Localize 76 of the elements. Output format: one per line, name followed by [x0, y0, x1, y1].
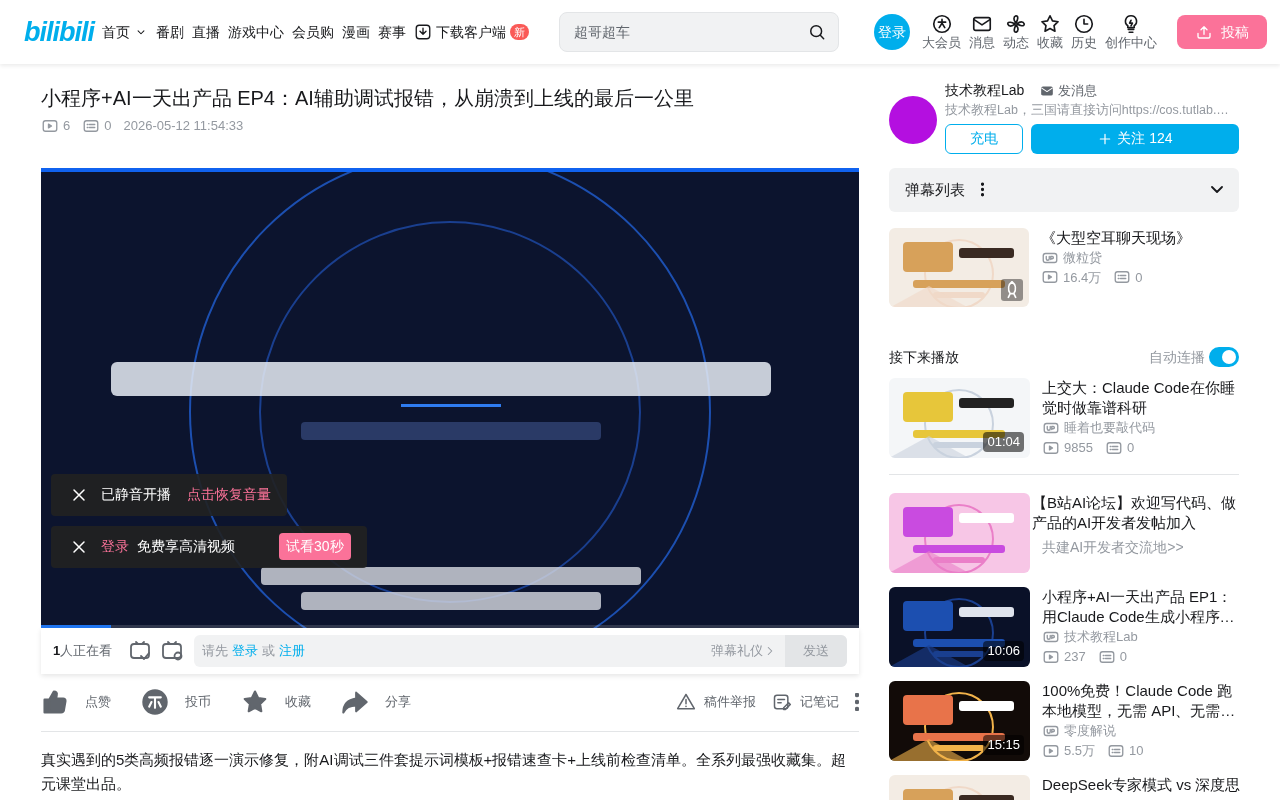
header-vip-link[interactable]: 大会员: [922, 13, 961, 51]
video-title[interactable]: 《大型空耳聊天现场》: [1041, 227, 1191, 248]
video-title[interactable]: 小程序+AI一天出产品 EP1：用Claude Code生成小程序…: [1042, 586, 1239, 628]
nav-link[interactable]: 番剧: [156, 21, 184, 43]
video-title: 小程序+AI一天出产品 EP4：AI辅助调试报错，从崩溃到上线的最后一公里: [41, 86, 695, 110]
download-icon: [414, 23, 432, 41]
video-duration: 10:06: [983, 641, 1024, 661]
uploader-avatar[interactable]: [889, 96, 937, 144]
video-description: 真实遇到的5类高频报错逐一演示修复，附AI调试三件套提示词模板+报错速查卡+上线前检查清单。全系列最强收藏集。超元课堂出品。: [41, 749, 848, 795]
nav-link[interactable]: 直播: [192, 21, 220, 43]
report-icon: [676, 692, 696, 712]
search-field[interactable]: 超哥超车: [559, 12, 839, 52]
promo-title[interactable]: 【B站AI论坛】欢迎写代码、做产品的AI开发者发帖加入: [1032, 492, 1239, 534]
header-mail-link[interactable]: 消息: [969, 13, 995, 51]
header-star-link[interactable]: 收藏: [1037, 13, 1063, 51]
like-button[interactable]: 点赞: [41, 688, 141, 716]
nav-link[interactable]: 游戏中心: [228, 21, 284, 43]
play-count: 6: [63, 117, 71, 135]
search-icon[interactable]: [807, 22, 827, 42]
notice-text: 免费享高清视频: [137, 537, 235, 556]
danmaku-count: 0: [1135, 268, 1143, 287]
header-clock-link[interactable]: 历史: [1071, 13, 1097, 51]
video-duration: 01:04: [983, 432, 1024, 452]
more-icon: [981, 182, 984, 198]
video-title[interactable]: DeepSeek专家模式 vs 深度思: [1042, 774, 1239, 795]
header-bulb-link[interactable]: 创作中心: [1105, 13, 1157, 51]
danmaku-count: 0: [1119, 647, 1127, 666]
input-hint: 请先: [202, 641, 229, 660]
vip-icon: [930, 13, 953, 36]
coin-button[interactable]: 投币: [141, 688, 241, 716]
danmaku-count: 0: [1126, 438, 1135, 457]
danmaku-settings-icon[interactable]: [160, 638, 185, 663]
danmaku-on-icon[interactable]: [128, 638, 153, 663]
header-fan-link[interactable]: 动态: [1003, 13, 1029, 51]
note-button[interactable]: 记笔记: [772, 692, 839, 712]
restore-volume-link[interactable]: 点击恢复音量: [187, 484, 271, 505]
star-button[interactable]: 收藏: [241, 688, 341, 716]
play-count: 237: [1064, 647, 1086, 666]
fan-icon: [1005, 13, 1027, 36]
video-duration: 15:15: [983, 735, 1024, 755]
input-hint: 或: [262, 641, 276, 660]
nav-link[interactable]: 漫画: [342, 21, 370, 43]
nav-link[interactable]: 下载客户端 新: [414, 21, 529, 43]
share-button[interactable]: 分享: [341, 688, 441, 716]
clock-icon: [1073, 13, 1095, 36]
viewer-count: 1人正在看: [53, 641, 113, 660]
more-icon[interactable]: [855, 693, 859, 711]
report-button[interactable]: 稿件举报: [676, 692, 756, 712]
danmaku-count: 0: [104, 117, 112, 135]
rocket-icon: [1001, 278, 1023, 301]
new-badge: 新: [510, 23, 529, 41]
video-title[interactable]: 上交大：Claude Code在你睡觉时做靠谱科研: [1042, 377, 1239, 419]
login-link[interactable]: 登录: [101, 536, 129, 557]
coin-icon: [141, 688, 169, 716]
section-title: 接下来播放: [889, 347, 959, 367]
chevron-down-icon: [1211, 186, 1223, 194]
play-count: 5.5万: [1064, 741, 1096, 760]
uploader-name[interactable]: 技术教程Lab: [945, 80, 1025, 101]
play-count: 9855: [1064, 438, 1093, 457]
like-icon: [41, 688, 69, 716]
notice-text: 已静音开播: [101, 485, 171, 504]
danmaku-list-header[interactable]: 弹幕列表: [889, 167, 1239, 212]
autoplay-toggle[interactable]: [1209, 347, 1239, 368]
publish-date: 2026-05-12 11:54:33: [123, 117, 244, 135]
message-link[interactable]: 发消息: [1040, 80, 1098, 101]
nav-link[interactable]: 会员购: [292, 21, 334, 43]
note-icon: [772, 692, 792, 712]
danmaku-count: 10: [1129, 741, 1144, 760]
nav-link[interactable]: 赛事: [378, 21, 406, 43]
play-count: 16.4万: [1063, 268, 1102, 287]
autoplay-label: 自动连播: [1149, 347, 1205, 367]
mail-icon: [1040, 83, 1055, 98]
uploader-bio: 技术教程Lab，三国请直接访问https://cos.tutlab.…: [945, 102, 1230, 119]
upload-icon: [1195, 23, 1213, 41]
nav-link[interactable]: 首页: [102, 21, 148, 43]
video-title[interactable]: 100%免费！Claude Code 跑本地模型，无需 API、无需…: [1042, 680, 1239, 722]
